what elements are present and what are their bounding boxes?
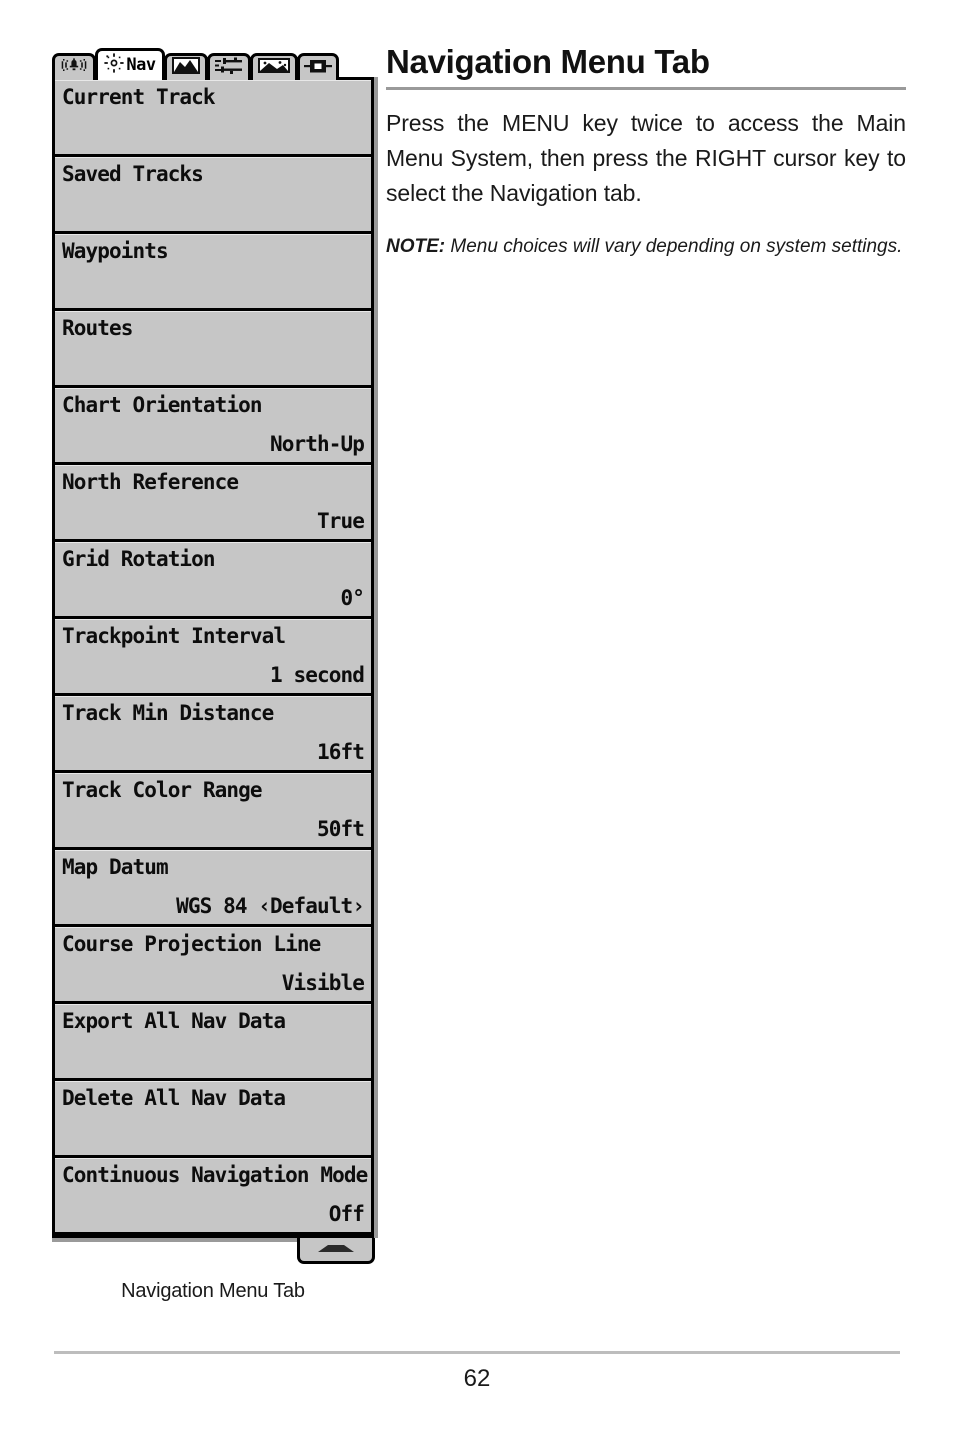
menu-row-chart-orientation[interactable]: Chart Orientation North-Up [55,388,371,465]
intro-paragraph: Press the MENU key twice to access the M… [386,110,906,207]
menu-row-grid-rotation[interactable]: Grid Rotation 0° [55,542,371,619]
scroll-up-arrow-icon [314,1241,358,1259]
navigation-menu-panel: Current Track Saved Tracks Waypoints Rou… [52,77,375,1264]
note-block: NOTE: Menu choices will vary depending o… [386,233,906,260]
navigation-tab[interactable]: Nav [95,48,165,80]
menu-value: North-Up [270,432,365,456]
menu-label: Continuous Navigation Mode [62,1163,368,1187]
menu-row-course-projection-line[interactable]: Course Projection Line Visible [55,927,371,1004]
menu-row-continuous-navigation-mode[interactable]: Continuous Navigation Mode Off [55,1158,371,1235]
menu-tab-strip: Nav [52,48,374,80]
views-tab[interactable] [250,53,298,80]
manual-page: Nav Current Track Saved Tracks Waypoints… [0,0,954,1431]
menu-row-track-color-range[interactable]: Track Color Range 50ft [55,773,371,850]
menu-label: Current Track [62,85,216,109]
menu-label: Saved Tracks [62,162,204,186]
views-screen-icon [257,56,291,80]
accessories-tab[interactable] [297,53,339,80]
title-divider [386,87,906,91]
menu-label: Routes [62,316,133,340]
article-content: Navigation Menu Tab Press the MENU key t… [386,43,906,260]
menu-value: 0° [340,586,365,610]
alarm-tab[interactable] [52,53,96,80]
setup-tab[interactable] [207,53,251,80]
menu-row-current-track[interactable]: Current Track [55,80,371,157]
menu-value: 50ft [317,817,365,841]
menu-label: North Reference [62,470,239,494]
page-number: 62 [463,1365,491,1392]
scroll-up-indicator[interactable] [297,1238,375,1264]
menu-value: 1 second [270,663,365,687]
compass-rose-icon [104,53,124,78]
menu-label: Delete All Nav Data [62,1086,286,1110]
menu-row-saved-tracks[interactable]: Saved Tracks [55,157,371,234]
navigation-tab-label: Nav [126,55,156,75]
menu-label: Waypoints [62,239,169,263]
menu-label: Track Color Range [62,778,263,802]
note-text: Menu choices will vary depending on syst… [445,236,903,258]
menu-label: Trackpoint Interval [62,624,286,648]
menu-value: Visible [281,971,365,995]
alarm-bell-icon [59,57,89,80]
menu-row-export-all-nav-data[interactable]: Export All Nav Data [55,1004,371,1081]
page-title: Navigation Menu Tab [386,43,710,80]
menu-row-north-reference[interactable]: North Reference True [55,465,371,542]
menu-row-delete-all-nav-data[interactable]: Delete All Nav Data [55,1081,371,1158]
menu-value: WGS 84 ‹Default› [176,894,365,918]
menu-label: Chart Orientation [62,393,263,417]
note-label: NOTE: [386,236,446,258]
chart-map-icon [171,56,201,80]
menu-label: Track Min Distance [62,701,274,725]
menu-row-track-min-distance[interactable]: Track Min Distance 16ft [55,696,371,773]
footer-divider [54,1351,900,1354]
menu-row-trackpoint-interval[interactable]: Trackpoint Interval 1 second [55,619,371,696]
navigation-menu-figure: Nav Current Track Saved Tracks Waypoints… [52,48,375,1303]
menu-label: Grid Rotation [62,547,216,571]
menu-value: True [317,509,365,533]
wrench-sliders-icon [214,56,244,80]
menu-row-routes[interactable]: Routes [55,311,371,388]
figure-caption: Navigation Menu Tab [121,1280,305,1302]
accessory-module-icon [304,57,332,80]
menu-row-waypoints[interactable]: Waypoints [55,234,371,311]
menu-value: 16ft [317,740,365,764]
menu-value: Off [328,1202,365,1226]
chart-tab[interactable] [164,53,208,80]
menu-row-map-datum[interactable]: Map Datum WGS 84 ‹Default› [55,850,371,927]
menu-label: Export All Nav Data [62,1009,286,1033]
menu-label: Map Datum [62,855,169,879]
menu-label: Course Projection Line [62,932,321,956]
